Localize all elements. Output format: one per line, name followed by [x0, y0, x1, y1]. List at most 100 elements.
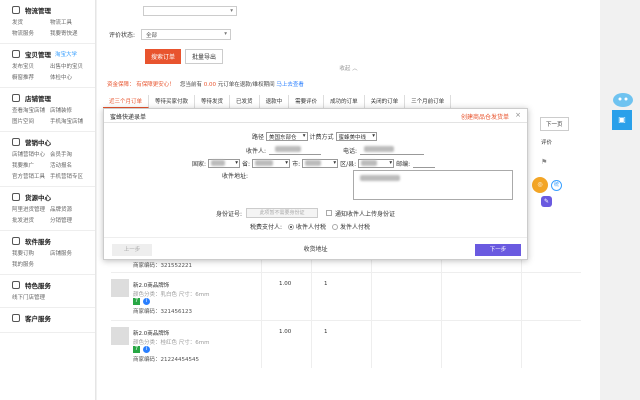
notice-link[interactable]: 马上去查看	[276, 82, 304, 88]
sidebar-link[interactable]: 我的服务	[12, 260, 50, 268]
sidebar-link[interactable]: 店铺装修	[50, 106, 90, 114]
phone-input[interactable]	[360, 146, 425, 155]
product-name[interactable]: 新2.0商品牌饰	[133, 329, 169, 337]
sidebar-links: 阿里进货管理 品牌货源 批发进货 分销管理	[12, 205, 95, 224]
sidebar-link[interactable]: 品牌货源	[50, 205, 90, 213]
top-filter-row	[109, 6, 237, 16]
address-label: 收件地址:	[222, 173, 249, 180]
sidebar-link[interactable]: 图片空间	[12, 117, 50, 125]
float-badge-icon[interactable]: 统	[551, 180, 562, 191]
product-thumbnail[interactable]	[111, 279, 129, 297]
order-tab[interactable]: 已发货	[230, 95, 260, 108]
sidebar-section-title[interactable]: 货源中心	[12, 192, 95, 202]
route-select[interactable]: 美国东部仓	[266, 132, 308, 141]
order-tab[interactable]: 三个月前订单	[405, 95, 452, 108]
create-warehouse-order-link[interactable]: 创建商品仓发货单	[461, 112, 509, 121]
sidebar-link[interactable]: 橱窗推荐	[12, 73, 50, 81]
district-label: 区/县:	[340, 161, 357, 168]
column-divider	[441, 321, 442, 368]
next-page-button[interactable]: 下一页	[540, 117, 569, 131]
billing-select[interactable]: 蜜蜂美中线	[335, 132, 378, 141]
next-step-button[interactable]: 下一步	[475, 244, 521, 256]
section-tag[interactable]: 淘宝大学	[55, 50, 77, 58]
idcard-label: 身份证号:	[216, 210, 243, 218]
column-divider	[311, 258, 312, 272]
sidebar-link[interactable]: 出售中的宝贝	[50, 62, 90, 70]
product-code: 商家编码：21224454545	[133, 357, 199, 363]
cloud-robot-icon[interactable]	[611, 90, 635, 110]
order-tabs: 近三个月订单 等待买家付款 等待发货 已发货 退款中 需要评价 成功的订单 关闭的订单 三个月前…	[103, 95, 452, 108]
product-name[interactable]: 新2.0商品牌饰	[133, 281, 169, 289]
sidebar-link[interactable]: 店铺营销中心	[12, 150, 50, 158]
flag-icon[interactable]: ⚑	[541, 158, 547, 166]
product-thumbnail[interactable]	[111, 327, 129, 345]
sidebar-link[interactable]: 店铺服务	[50, 249, 90, 257]
info-icon[interactable]: i	[143, 298, 150, 305]
order-tab[interactable]: 等待发货	[195, 95, 231, 108]
order-tab[interactable]: 等待买家付款	[149, 95, 196, 108]
batch-export-button[interactable]: 批量导出	[185, 49, 224, 64]
country-select[interactable]	[208, 159, 241, 168]
collapse-toggle[interactable]: 收起 ︿	[97, 64, 600, 72]
sidebar-section-title[interactable]: 客户服务	[12, 313, 95, 323]
sidebar-section-title[interactable]: 营销中心	[12, 137, 95, 147]
float-edit-icon[interactable]: ✎	[541, 196, 552, 207]
sidebar-link[interactable]: 活动报名	[50, 161, 90, 169]
sidebar-link[interactable]: 阿里进货管理	[12, 205, 50, 213]
sidebar-links: 店铺营销中心 会员手淘 我要推广 活动报名 官方营销工具 手机营销专区	[12, 150, 95, 180]
info-icon[interactable]: i	[143, 346, 150, 353]
sidebar-link[interactable]: 我要订购	[12, 249, 50, 257]
section-icon	[12, 237, 20, 245]
tax-label: 税费支付人:	[250, 224, 283, 231]
zip-input[interactable]	[413, 159, 436, 168]
notify-checkbox[interactable]	[326, 210, 333, 216]
order-tab[interactable]: 关闭的订单	[365, 95, 406, 108]
tax-sender-radio[interactable]	[332, 223, 339, 230]
sidebar-link[interactable]: 官方营销工具	[12, 172, 50, 180]
sidebar-link[interactable]: 手机营销专区	[50, 172, 90, 180]
sidebar-section-title[interactable]: 物流管理	[12, 5, 95, 15]
chat-service-icon[interactable]: ▣	[612, 110, 632, 130]
district-select[interactable]	[358, 159, 395, 168]
sidebar-section-title[interactable]: 特色服务	[12, 280, 95, 290]
sidebar-link[interactable]: 体检中心	[50, 73, 90, 81]
search-orders-button[interactable]: 搜索订单	[145, 49, 182, 64]
order-tab[interactable]: 近三个月订单	[103, 95, 150, 108]
sidebar-link[interactable]: 手机淘宝店铺	[50, 117, 90, 125]
sidebar-section-title[interactable]: 软件服务	[12, 236, 95, 246]
order-tab[interactable]: 需要评价	[289, 95, 325, 108]
receiver-input[interactable]	[269, 146, 322, 155]
tax-receiver-radio[interactable]	[288, 223, 295, 230]
sidebar-link[interactable]: 批发进货	[12, 216, 50, 224]
sidebar-section-title[interactable]: 宝贝管理 淘宝大学	[12, 49, 95, 59]
sidebar-link[interactable]: 线下门店管理	[12, 293, 50, 301]
float-coin-icon[interactable]: ◎	[532, 177, 548, 193]
sidebar-link[interactable]: 会员手淘	[50, 150, 90, 158]
idcard-input[interactable]: 此项暂不需要身份证	[246, 208, 319, 218]
province-select[interactable]	[252, 159, 291, 168]
table-row: 商家编码：321552221	[111, 258, 581, 272]
country-label: 国家:	[192, 161, 207, 168]
order-tab[interactable]: 退款中	[260, 95, 290, 108]
sidebar-link[interactable]: 物流工具	[50, 18, 90, 26]
city-select[interactable]	[302, 159, 339, 168]
sidebar-link[interactable]: 物流服务	[12, 29, 50, 37]
sidebar-link[interactable]: 我要推广	[12, 161, 50, 169]
sidebar-link[interactable]: 发货	[12, 18, 50, 26]
column-divider	[261, 273, 262, 320]
region-row: 国家: 省: 市: 区/县: 邮编:	[192, 159, 436, 168]
modal-title: 蜜蜂快递录单	[110, 114, 147, 121]
sidebar-section-title[interactable]: 店铺管理	[12, 93, 95, 103]
address-textarea[interactable]	[353, 170, 513, 200]
top-select[interactable]	[143, 6, 237, 16]
close-icon[interactable]: ×	[515, 111, 521, 119]
step-label: 收货地址	[303, 246, 328, 253]
sidebar-link[interactable]: 发布宝贝	[12, 62, 50, 70]
idcard-row: 身份证号: 此项暂不需要身份证 通知收件人上传身份证	[216, 208, 395, 218]
order-tab[interactable]: 成功的订单	[324, 95, 365, 108]
sidebar-link[interactable]: 查看淘宝店铺	[12, 106, 50, 114]
status-select[interactable]: 全部	[141, 29, 232, 40]
sidebar-link[interactable]: 分销管理	[50, 216, 90, 224]
sidebar-link[interactable]: 我要寄快递	[50, 29, 90, 37]
section-title-text: 客户服务	[25, 315, 51, 323]
